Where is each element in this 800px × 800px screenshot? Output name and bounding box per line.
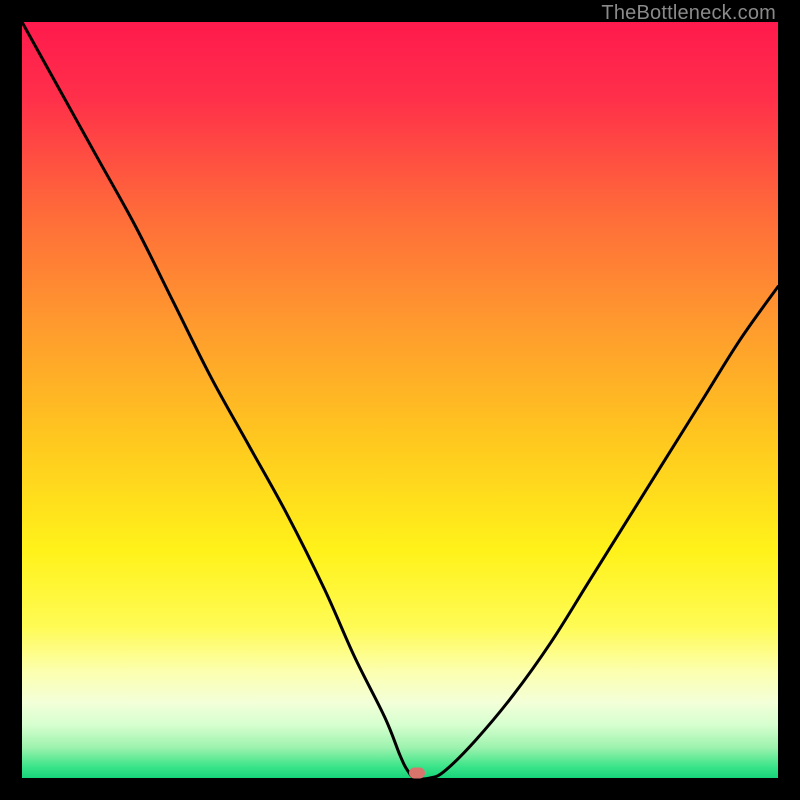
watermark-text: TheBottleneck.com [601,2,776,25]
optimal-point-marker [409,768,425,779]
chart-frame [22,22,778,778]
gradient-background [22,22,778,778]
bottleneck-chart [22,22,778,778]
